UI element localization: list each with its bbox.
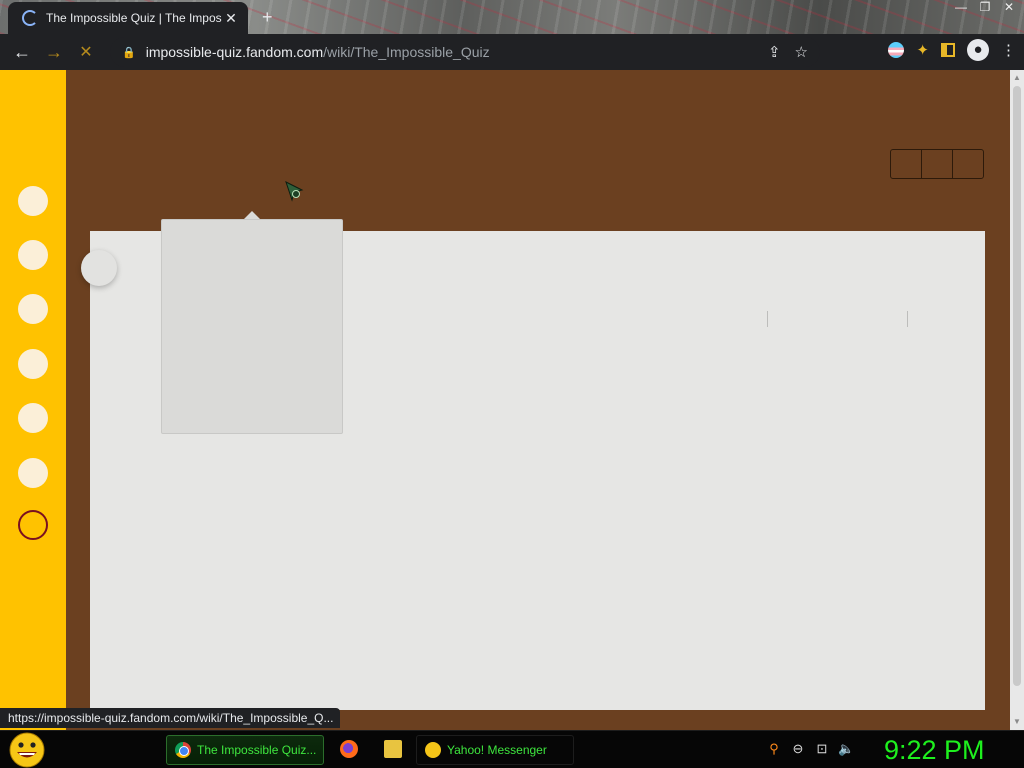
divider-tick-right [907, 311, 908, 327]
firefox-icon[interactable] [340, 740, 358, 758]
left-sidebar-rail [0, 70, 66, 730]
dropdown-popup-panel[interactable] [161, 219, 343, 434]
rail-item-3[interactable] [18, 294, 48, 324]
system-tray: ⚲ ⊖ ⊡ 🔈 [766, 741, 854, 757]
rail-item-5[interactable] [18, 403, 48, 433]
taskbar-yahoo-messenger-window[interactable]: Yahoo! Messenger [416, 735, 574, 765]
browser-menu-button[interactable]: ⋮ [1001, 41, 1016, 59]
extensions-puzzle-icon[interactable]: ✦ [916, 41, 929, 59]
divider-tick-left [767, 311, 768, 327]
tab-the-impossible-quiz[interactable]: The Impossible Quiz | The Impos ✕ [8, 2, 248, 34]
scroll-up-arrow-icon[interactable]: ▲ [1013, 73, 1021, 83]
scrollbar-thumb[interactable] [1013, 86, 1021, 686]
page-viewport: ▲ ▼ https://impossible-quiz.fandom.com/w… [0, 70, 1024, 730]
address-bar[interactable]: 🔒 impossible-quiz.fandom.com /wiki/The_I… [110, 37, 820, 67]
search-icon[interactable]: ⚲ [766, 741, 782, 757]
rail-item-2[interactable] [18, 240, 48, 270]
minimize-button[interactable]: — [952, 0, 970, 14]
bookmark-star-icon[interactable]: ☆ [795, 43, 808, 61]
folder-icon[interactable] [384, 740, 402, 758]
mouse-cursor-icon [285, 181, 304, 202]
control-slot-2[interactable] [922, 150, 953, 178]
os-taskbar: The Impossible Quiz... Yahoo! Messenger … [0, 730, 1024, 768]
url-host: impossible-quiz.fandom.com [145, 44, 324, 60]
rail-item-active-ring[interactable] [18, 510, 48, 540]
browser-toolbar: ← → ✕ 🔒 impossible-quiz.fandom.com /wiki… [0, 34, 1024, 70]
top-right-control-group [890, 149, 984, 179]
rail-item-4[interactable] [18, 349, 48, 379]
yahoo-messenger-icon [425, 742, 441, 758]
volume-icon[interactable]: 🔈 [838, 741, 854, 757]
taskbar-chrome-label: The Impossible Quiz... [197, 743, 317, 757]
stop-loading-button[interactable]: ✕ [70, 36, 102, 68]
taskbar-yahoo-label: Yahoo! Messenger [447, 743, 547, 757]
close-window-button[interactable]: ✕ [1000, 0, 1018, 14]
forward-button[interactable]: → [38, 36, 70, 68]
link-status-bubble: https://impossible-quiz.fandom.com/wiki/… [0, 708, 340, 728]
chrome-icon [175, 742, 191, 758]
taskbar-clock[interactable]: 9:22 PM [884, 733, 985, 767]
share-icon[interactable]: ⇪ [768, 43, 781, 61]
url-path: /wiki/The_Impossible_Quiz [323, 44, 490, 60]
control-slot-1[interactable] [891, 150, 922, 178]
scroll-down-arrow-icon[interactable]: ▼ [1013, 717, 1021, 727]
profile-avatar-icon[interactable]: ● [967, 39, 989, 61]
popup-arrow [244, 211, 260, 219]
minus-circle-icon[interactable]: ⊖ [790, 741, 806, 757]
page-scrollbar[interactable]: ▲ ▼ [1010, 70, 1024, 730]
rail-item-6[interactable] [18, 458, 48, 488]
tab-close-button[interactable]: ✕ [222, 10, 240, 27]
start-smiley-icon[interactable] [8, 732, 46, 768]
pride-flag-extension-icon[interactable] [888, 42, 905, 58]
network-icon[interactable]: ⊡ [814, 741, 830, 757]
side-panel-icon[interactable] [941, 43, 955, 57]
loading-spinner-icon [22, 10, 38, 26]
restore-button[interactable]: ❐ [976, 0, 994, 14]
new-tab-button[interactable]: + [262, 8, 273, 26]
rail-item-1[interactable] [18, 186, 48, 216]
back-button[interactable]: ← [6, 36, 38, 68]
browser-title-bar: The Impossible Quiz | The Impos ✕ + — ❐ … [0, 0, 1024, 34]
tab-title: The Impossible Quiz | The Impos [46, 11, 222, 25]
lock-icon[interactable]: 🔒 [122, 46, 136, 59]
window-controls: — ❐ ✕ [952, 0, 1018, 14]
taskbar-chrome-window[interactable]: The Impossible Quiz... [166, 735, 324, 765]
control-slot-3[interactable] [953, 150, 983, 178]
card-round-handle[interactable] [81, 250, 117, 286]
